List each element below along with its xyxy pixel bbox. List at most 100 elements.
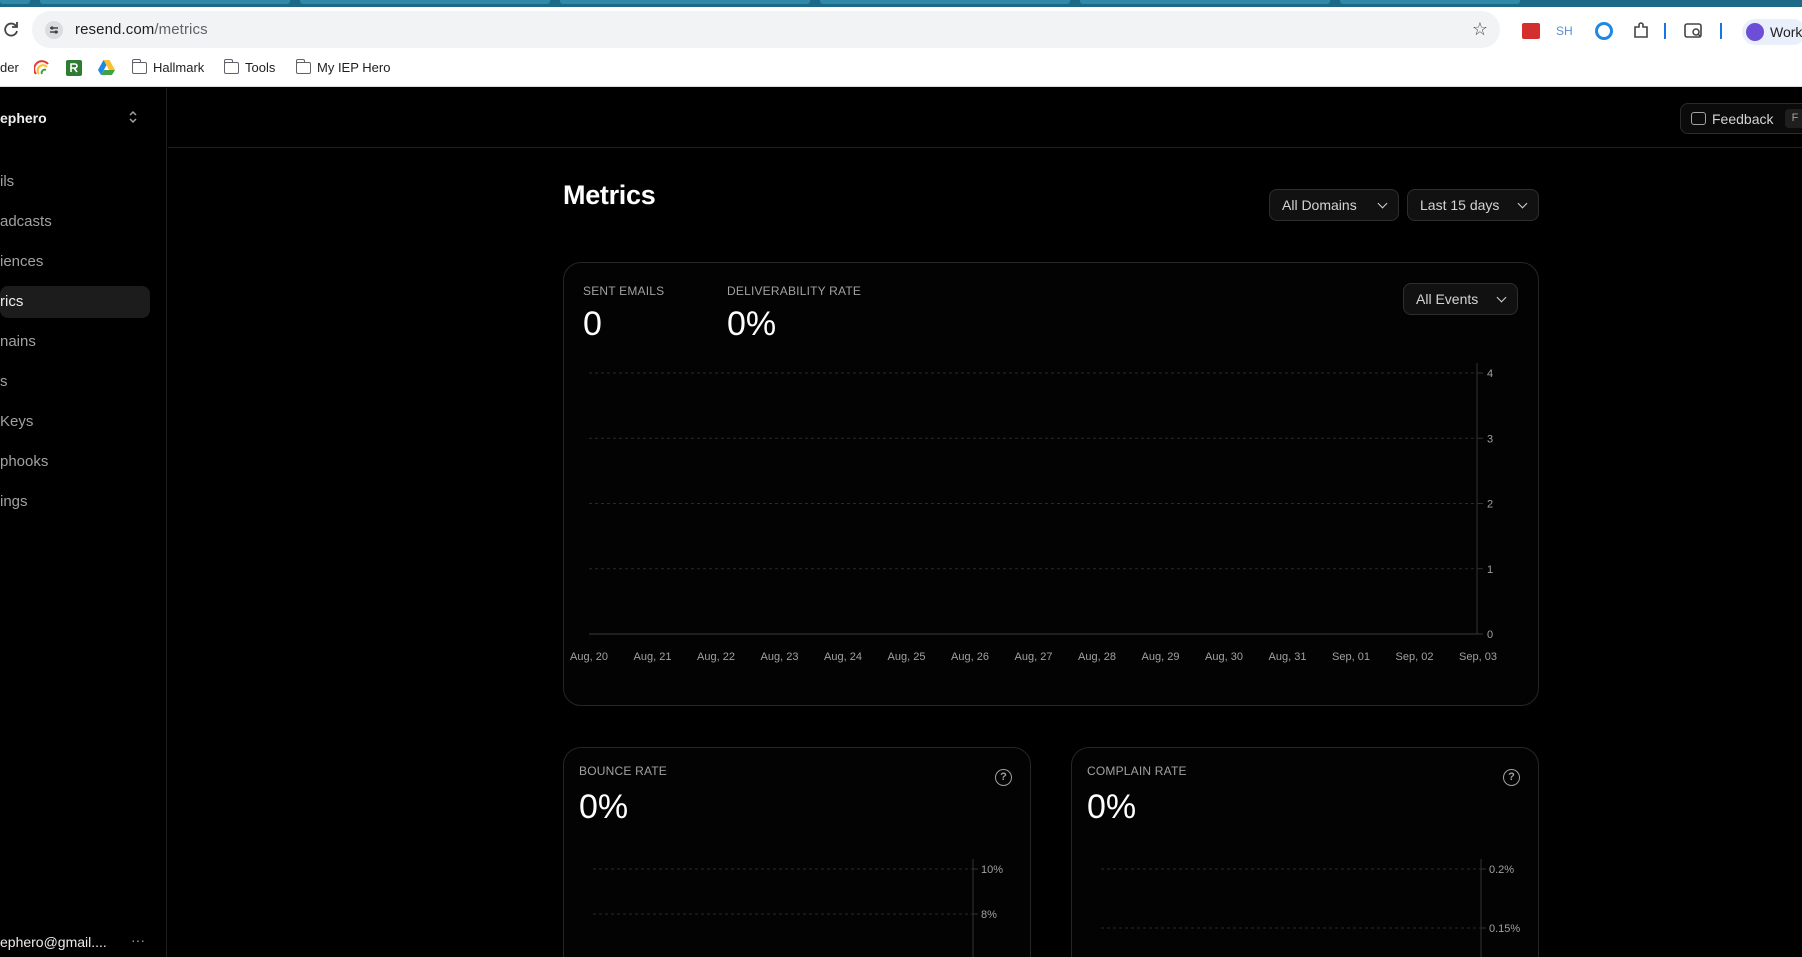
bookmarks-bar: der Hallmark Tools My IEP Hero [0,52,1802,87]
toolbar-separator [1664,23,1666,39]
domain-filter-label: All Domains [1282,197,1357,213]
sidebar: ephero ils adcasts iences rics nains s K… [0,88,167,957]
sidebar-item-api-keys[interactable]: Keys [0,406,150,438]
c-extension-icon[interactable] [1595,22,1613,40]
sidebar-item-settings[interactable]: ings [0,486,150,518]
sidebar-item-audiences[interactable]: iences [0,246,150,278]
team-switcher-icon[interactable] [128,110,138,127]
profile-label: Work [1770,24,1802,40]
y-tick-label: 3 [1487,433,1493,445]
y-tick-label: 0.15% [1489,923,1520,935]
bookmark-label: My IEP Hero [317,60,391,75]
range-filter-dropdown[interactable]: Last 15 days [1407,189,1539,221]
complain-rate-value: 0% [1087,788,1137,826]
bookmark-label: der [0,60,19,75]
account-email[interactable]: ephero@gmail.... [0,934,107,950]
account-more-icon[interactable]: ··· [131,932,145,948]
chevron-down-icon [1517,198,1528,209]
y-tick-label: 10% [981,864,1003,876]
x-tick-label: Aug, 23 [761,651,799,663]
events-filter-label: All Events [1416,291,1479,307]
url-path: /metrics [154,21,208,38]
folder-icon [223,58,239,74]
sent-emails-chart: 0 1 2 3 4 Aug, 20 Aug, 21 Aug, 22 Aug, 23 Aug, 24… [570,363,1497,663]
feedback-label: Feedback [1712,111,1774,127]
sidebar-item-broadcasts[interactable]: adcasts [0,206,150,238]
sidebar-item-logs[interactable]: s [0,366,150,398]
x-tick-label: Aug, 20 [570,651,608,663]
complain-rate-label: COMPLAIN RATE [1087,764,1187,778]
browser-toolbar: resend.com/metrics ☆ SH Work [0,7,1802,52]
site-info-icon[interactable] [44,20,64,40]
sidebar-item-metrics[interactable]: rics [0,286,150,318]
folder-icon [295,58,311,74]
x-tick-label: Sep, 01 [1332,651,1370,663]
address-bar[interactable]: resend.com/metrics ☆ [32,11,1500,48]
y-tick-label: 8% [981,909,997,921]
y-tick-label: 2 [1487,499,1493,511]
google-drive-icon[interactable] [98,60,115,76]
feedback-button[interactable]: Feedback F [1680,103,1802,134]
x-tick-label: Sep, 03 [1459,651,1497,663]
deliverability-value: 0% [727,305,777,343]
sidebar-item-emails[interactable]: ils [0,166,150,198]
toolbar-separator [1720,23,1722,39]
x-tick-label: Aug, 27 [1015,651,1053,663]
x-tick-label: Aug, 21 [634,651,672,663]
bookmark-folder-hallmark[interactable]: Hallmark [131,58,205,75]
bookmark-label: Hallmark [153,60,205,75]
bounce-rate-label: BOUNCE RATE [579,764,667,778]
x-tick-label: Aug, 30 [1205,651,1243,663]
y-tick-label: 0.2% [1489,864,1514,876]
x-tick-label: Aug, 31 [1269,651,1307,663]
folder-icon [131,58,147,74]
y-tick-label: 4 [1487,368,1493,380]
browser-tab-strip [0,0,1802,7]
chevron-down-icon [1496,292,1507,303]
domain-filter-dropdown[interactable]: All Domains [1269,189,1399,221]
x-tick-label: Aug, 26 [951,651,989,663]
feedback-shortcut: F [1785,109,1802,128]
extensions-puzzle-icon[interactable] [1632,22,1650,42]
team-name[interactable]: ephero [0,110,47,126]
x-tick-label: Aug, 22 [697,651,735,663]
sent-emails-label: SENT EMAILS [583,284,665,298]
r-bookmark-icon[interactable] [66,60,82,76]
x-tick-label: Aug, 24 [824,651,862,663]
sh-extension-icon[interactable]: SH [1556,24,1573,44]
range-filter-label: Last 15 days [1420,197,1500,213]
bounce-rate-chart: 10% 8% [593,859,1003,957]
profile-avatar [1746,23,1764,41]
help-icon[interactable]: ? [995,769,1012,786]
sent-emails-value: 0 [583,305,602,343]
reload-icon[interactable] [2,21,20,39]
chevron-down-icon [1377,198,1388,209]
y-tick-label: 1 [1487,564,1493,576]
y-tick-label: 0 [1487,629,1493,641]
events-filter-dropdown[interactable]: All Events [1403,283,1518,315]
profile-chip[interactable]: Work [1742,19,1802,45]
red-extension-icon[interactable] [1522,23,1540,39]
x-tick-label: Aug, 28 [1078,651,1116,663]
url-host: resend.com [75,21,155,38]
rainbow-bookmark-icon[interactable] [33,60,50,76]
message-icon [1691,112,1706,125]
x-tick-label: Aug, 29 [1142,651,1180,663]
bookmark-label: Tools [245,60,276,75]
url-text: resend.com/metrics [75,21,208,38]
bookmark-star-icon[interactable]: ☆ [1470,19,1490,39]
complain-rate-chart: 0.2% 0.15% [1101,859,1520,957]
tab-search-icon[interactable] [1684,22,1704,42]
top-bar [168,88,1802,148]
x-tick-label: Sep, 02 [1396,651,1434,663]
bookmark-folder-tools[interactable]: Tools [223,58,276,75]
sidebar-item-webhooks[interactable]: phooks [0,446,150,478]
bookmark-reader[interactable]: der [0,60,19,75]
x-tick-label: Aug, 25 [888,651,926,663]
bounce-rate-value: 0% [579,788,629,826]
deliverability-label: DELIVERABILITY RATE [727,284,862,298]
page-title: Metrics [563,180,656,210]
sidebar-item-domains[interactable]: nains [0,326,150,358]
help-icon[interactable]: ? [1503,769,1520,786]
bookmark-folder-my-iep-hero[interactable]: My IEP Hero [295,58,391,75]
